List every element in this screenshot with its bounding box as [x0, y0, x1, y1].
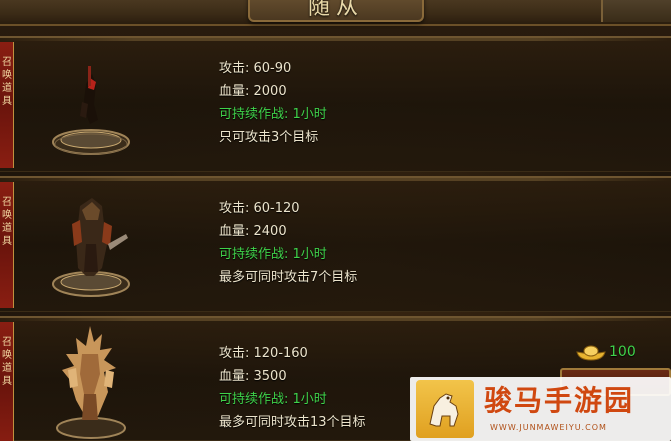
follower-1-duration: 可持续作战: 1小时 — [219, 107, 327, 122]
follower-panel: 随从 召唤道具 攻击: 60-90 血量: 2000 可持续作战: 1小时 只可… — [0, 0, 671, 441]
follower-1-figure-icon — [52, 66, 130, 155]
site-watermark: 骏马手游园 WWW.JUNMAWEIYU.COM — [410, 377, 671, 441]
watermark-url: WWW.JUNMAWEIYU.COM — [490, 423, 607, 432]
gold-ingot-icon — [576, 345, 606, 361]
follower-3-side-label: 召唤道具 — [2, 337, 12, 387]
follower-3-portrait — [46, 324, 136, 441]
follower-3-figure-icon — [56, 326, 126, 439]
follower-2-attack: 攻击: 60-120 — [219, 201, 300, 216]
follower-row-1[interactable]: 召唤道具 攻击: 60-90 血量: 2000 可持续作战: 1小时 只可攻击3… — [0, 36, 671, 172]
follower-2-side-tab[interactable]: 召唤道具 — [0, 182, 14, 308]
follower-1-side-label: 召唤道具 — [2, 57, 12, 107]
follower-3-side-tab[interactable]: 召唤道具 — [0, 322, 14, 441]
horse-logo-icon — [416, 380, 474, 438]
follower-1-stats: 攻击: 60-90 血量: 2000 可持续作战: 1小时 只可攻击3个目标 — [219, 57, 519, 149]
follower-2-figure-icon — [52, 198, 130, 297]
follower-3-attack: 攻击: 120-160 — [219, 346, 308, 361]
follower-1-side-tab[interactable]: 召唤道具 — [0, 42, 14, 168]
follower-2-targets: 最多可同时攻击7个目标 — [219, 270, 358, 285]
follower-2-duration: 可持续作战: 1小时 — [219, 247, 327, 262]
follower-2-hp: 血量: 2400 — [219, 224, 287, 239]
follower-1-portrait — [46, 44, 136, 164]
follower-2-stats: 攻击: 60-120 血量: 2400 可持续作战: 1小时 最多可同时攻击7个… — [219, 197, 519, 289]
follower-2-side-label: 召唤道具 — [2, 197, 12, 247]
panel-header: 随从 — [0, 0, 671, 26]
follower-row-2[interactable]: 召唤道具 攻击: 60-120 血量: 2400 可持续作战: 1小时 最多可同… — [0, 176, 671, 312]
follower-1-hp: 血量: 2000 — [219, 84, 287, 99]
title-plate: 随从 — [248, 0, 424, 22]
follower-1-attack: 攻击: 60-90 — [219, 61, 292, 76]
panel-title: 随从 — [307, 0, 364, 20]
header-corner-ornament — [601, 0, 671, 22]
watermark-chinese: 骏马手游园 — [484, 384, 635, 417]
follower-2-portrait — [46, 184, 136, 304]
price-tag: 100 — [575, 343, 665, 365]
follower-1-targets: 只可攻击3个目标 — [219, 130, 319, 145]
price-value: 100 — [609, 344, 636, 360]
